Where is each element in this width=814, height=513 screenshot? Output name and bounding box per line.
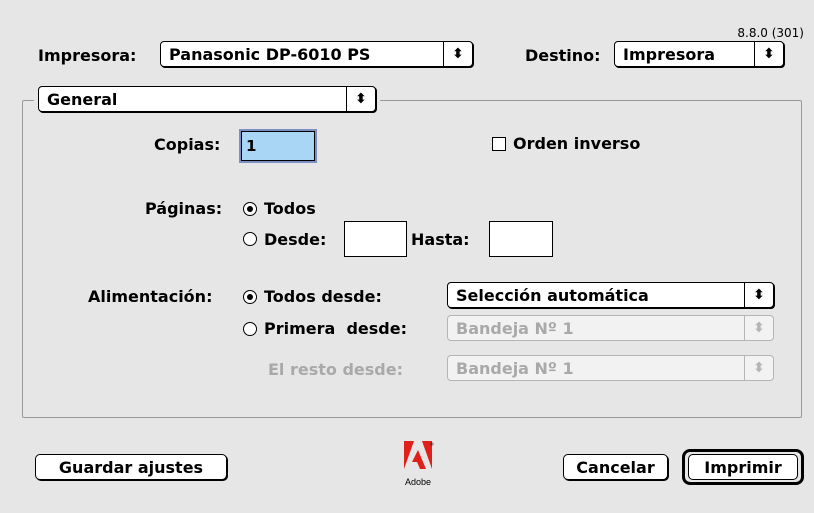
copies-label: Copias:: [154, 135, 221, 154]
pages-from-field[interactable]: [344, 221, 407, 257]
reverse-order-label: Orden inverso: [513, 134, 641, 153]
copies-field[interactable]: 1: [241, 131, 315, 161]
feed-all-label: Todos desde:: [264, 287, 382, 306]
up-down-arrows-icon: ⬍: [744, 356, 773, 380]
print-button[interactable]: Imprimir: [688, 454, 798, 480]
feed-label: Alimentación:: [88, 287, 213, 306]
destination-popup-value: Impresora: [623, 44, 716, 64]
adobe-logo-text: Adobe: [405, 477, 431, 487]
printer-popup-value: Panasonic DP-6010 PS: [169, 44, 371, 64]
up-down-arrows-icon: ⬍: [443, 42, 472, 66]
destination-popup[interactable]: Impresora ⬍: [614, 41, 784, 67]
up-down-arrows-icon: ⬍: [744, 316, 773, 340]
up-down-arrows-icon: ⬍: [346, 87, 375, 111]
feed-rest-popup[interactable]: Bandeja Nº 1 ⬍: [447, 355, 774, 381]
cancel-button[interactable]: Cancelar: [563, 454, 668, 480]
feed-rest-label: El resto desde:: [268, 360, 403, 379]
save-settings-button[interactable]: Guardar ajustes: [35, 454, 227, 480]
pages-to-label: Hasta:: [411, 230, 470, 249]
feed-first-popup-value: Bandeja Nº 1: [456, 318, 574, 338]
feed-first-label: Primera desde:: [264, 319, 407, 338]
feed-rest-popup-value: Bandeja Nº 1: [456, 358, 574, 378]
adobe-logo-icon: Adobe: [404, 441, 434, 487]
feed-first-popup[interactable]: Bandeja Nº 1 ⬍: [447, 315, 774, 341]
version-label: 8.8.0 (301): [737, 26, 804, 40]
pages-all-label: Todos: [264, 199, 316, 218]
feed-first-radio[interactable]: [243, 322, 257, 336]
pages-to-field[interactable]: [489, 221, 553, 257]
reverse-order-checkbox[interactable]: [492, 137, 506, 151]
pages-from-label: Desde:: [264, 230, 327, 249]
pages-all-radio[interactable]: [243, 202, 257, 216]
feed-all-radio[interactable]: [243, 290, 257, 304]
printer-popup[interactable]: Panasonic DP-6010 PS ⬍: [160, 41, 473, 67]
copies-value: 1: [246, 137, 257, 155]
feed-all-popup[interactable]: Selección automática ⬍: [447, 282, 774, 308]
pages-from-radio[interactable]: [243, 232, 257, 246]
pages-label: Páginas:: [145, 199, 223, 218]
destination-label: Destino:: [525, 46, 601, 65]
printer-label: Impresora:: [38, 46, 137, 65]
feed-all-popup-value: Selección automática: [456, 285, 649, 305]
up-down-arrows-icon: ⬍: [744, 283, 773, 307]
panel-popup[interactable]: General ⬍: [38, 86, 376, 112]
up-down-arrows-icon: ⬍: [754, 42, 783, 66]
print-dialog: 8.8.0 (301) Impresora: Panasonic DP-6010…: [0, 0, 814, 513]
panel-popup-value: General: [47, 89, 118, 109]
